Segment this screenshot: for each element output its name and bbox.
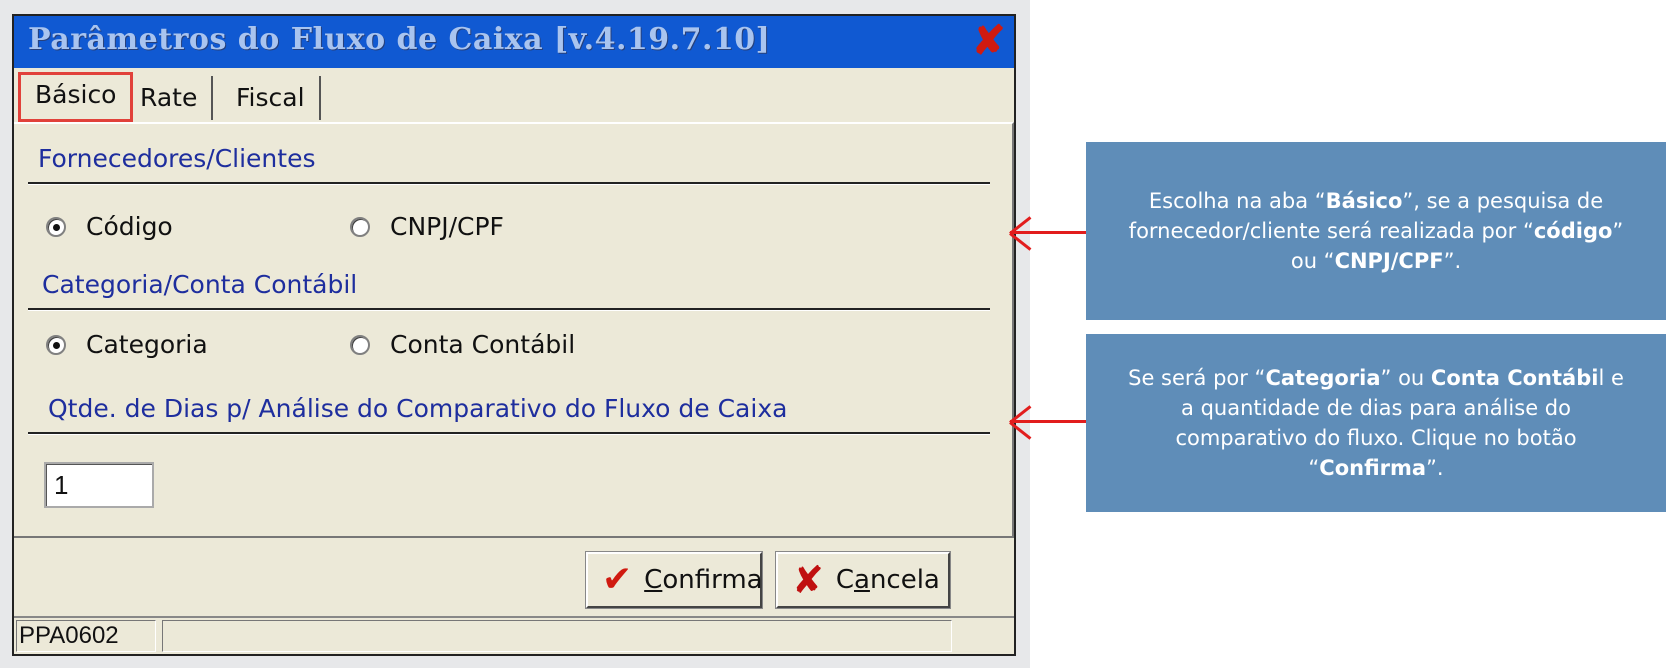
callout-text: Se será por “Categoria” ou Conta Contábi… bbox=[1128, 366, 1624, 480]
callout-categoria: Se será por “Categoria” ou Conta Contábi… bbox=[1086, 334, 1666, 512]
radio-label: Código bbox=[86, 212, 173, 241]
radio-indicator[interactable] bbox=[46, 334, 66, 355]
tab-basico[interactable]: Básico bbox=[18, 72, 134, 122]
confirma-button[interactable]: ✔ Confirma bbox=[585, 551, 763, 609]
button-bar: ✔ Confirma ✘ Cancela bbox=[14, 538, 1014, 618]
radio-label: Categoria bbox=[86, 330, 208, 359]
radio-indicator[interactable] bbox=[46, 216, 66, 237]
radio-label: Conta Contábil bbox=[390, 330, 576, 359]
separator bbox=[28, 432, 990, 435]
tab-content-basico: Fornecedores/Clientes Código CNPJ/CPF Ca… bbox=[14, 122, 1014, 538]
title-bar: Parâmetros do Fluxo de Caixa [v.4.19.7.1… bbox=[14, 16, 1014, 68]
check-icon: ✔ bbox=[602, 559, 633, 600]
radio-indicator[interactable] bbox=[350, 216, 370, 237]
radio-label: CNPJ/CPF bbox=[390, 212, 504, 241]
section-title-dias: Qtde. de Dias p/ Análise do Comparativo … bbox=[48, 394, 788, 423]
radio-codigo[interactable]: Código bbox=[46, 212, 173, 241]
cancela-label: Cancela bbox=[835, 565, 940, 595]
section-title-categoria: Categoria/Conta Contábil bbox=[42, 270, 358, 299]
radio-conta-contabil[interactable]: Conta Contábil bbox=[350, 330, 575, 359]
callout-text: Escolha na aba “Básico”, se a pesquisa d… bbox=[1128, 189, 1624, 273]
separator bbox=[28, 182, 990, 185]
confirma-label: Confirma bbox=[644, 565, 763, 595]
radio-cnpj-cpf[interactable]: CNPJ/CPF bbox=[350, 212, 504, 241]
status-bar: PPA0602 bbox=[14, 616, 1014, 654]
radio-categoria[interactable]: Categoria bbox=[46, 330, 208, 359]
tab-fiscal[interactable]: Fiscal bbox=[222, 76, 321, 120]
cancel-x-icon: ✘ bbox=[792, 558, 824, 602]
arrow-line bbox=[1010, 231, 1086, 234]
tab-rate[interactable]: Rate bbox=[126, 76, 214, 120]
window-title: Parâmetros do Fluxo de Caixa [v.4.19.7.1… bbox=[28, 22, 771, 57]
dialog-window: Parâmetros do Fluxo de Caixa [v.4.19.7.1… bbox=[12, 14, 1016, 656]
separator bbox=[28, 308, 990, 311]
status-code: PPA0602 bbox=[16, 620, 156, 652]
arrow-line bbox=[1010, 420, 1086, 423]
radio-indicator[interactable] bbox=[350, 334, 370, 355]
callout-basico: Escolha na aba “Básico”, se a pesquisa d… bbox=[1086, 142, 1666, 320]
cancela-button[interactable]: ✘ Cancela bbox=[775, 551, 951, 609]
section-title-fornecedores: Fornecedores/Clientes bbox=[38, 144, 316, 173]
status-message bbox=[162, 620, 952, 652]
close-icon[interactable]: ✘ bbox=[972, 21, 1006, 61]
dias-input[interactable]: 1 bbox=[44, 462, 154, 508]
